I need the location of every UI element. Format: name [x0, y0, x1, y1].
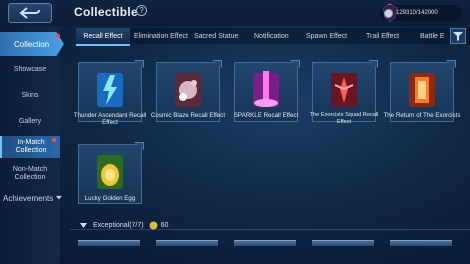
tab-label: Trail Effect — [366, 32, 400, 40]
exorcists-squad-icon — [331, 73, 357, 107]
coin-icon — [384, 8, 393, 18]
sidebar-item-gallery[interactable]: Gallery — [0, 118, 60, 125]
top-bar: Collectible ? 129310/142000 — [0, 0, 470, 26]
card-preview — [78, 240, 140, 246]
sidebar-item-non-match-collection[interactable]: Non-Match Collection — [0, 166, 60, 182]
cosmic-blaze-icon — [175, 73, 201, 107]
back-arrow-icon — [19, 7, 40, 19]
tab-sacred-statue[interactable]: Sacred Statue — [194, 28, 238, 44]
sidebar-item-label: In-Match Collection — [15, 139, 47, 154]
sidebar-item-showcase[interactable]: Showcase — [0, 66, 60, 73]
card-label: SPARKLE Recall Effect — [233, 112, 299, 119]
sidebar-item-label: Showcase — [13, 66, 47, 73]
section-label: Exceptional(7/7) — [93, 222, 144, 229]
currency-value: 129310/142000 — [396, 10, 438, 16]
return-of-exorcists-icon — [409, 73, 435, 107]
active-tab-indicator — [76, 44, 130, 46]
sidebar-item-achievements[interactable]: Achievements — [0, 190, 62, 206]
card-preview — [156, 240, 218, 246]
card-corner — [134, 60, 144, 68]
card-label: Cosmic Blaze Recall Effect — [150, 112, 226, 119]
tab-label: Notification — [254, 32, 289, 40]
card-corner — [212, 60, 222, 68]
tab-label: Recall Effect — [83, 32, 123, 40]
back-button[interactable] — [8, 3, 52, 23]
sparkle-icon — [253, 71, 279, 107]
tab-label: Elimination Effect — [134, 32, 188, 40]
tab-label: Sacred Statue — [194, 32, 239, 40]
sidebar-item-skins[interactable]: Skins — [0, 92, 60, 99]
card-corner — [290, 60, 300, 68]
currency-display: 129310/142000 — [380, 5, 462, 21]
filter-icon — [453, 32, 463, 41]
tab-elimination-effect[interactable]: Elimination Effect — [134, 28, 188, 44]
tab-notification[interactable]: Notification — [254, 28, 289, 44]
sidebar-item-label: Gallery — [18, 118, 42, 125]
card-preview — [312, 240, 374, 246]
chevron-down-icon — [56, 195, 62, 200]
card-corner — [446, 60, 456, 68]
sidebar-item-in-match-collection[interactable]: In-Match Collection — [0, 136, 60, 158]
thunder-ascendant-icon — [97, 73, 123, 107]
card-label: Lucky Golden Egg — [84, 195, 136, 202]
category-tabs: Recall Effect Elimination Effect Sacred … — [76, 28, 470, 44]
tab-trail-effect[interactable]: Trail Effect — [366, 28, 399, 44]
sidebar-item-label: Skins — [21, 92, 39, 99]
card-preview — [390, 240, 452, 246]
tab-battle-emote[interactable]: Battle E — [420, 28, 445, 44]
notification-dot — [56, 34, 60, 38]
notification-dot — [52, 138, 56, 142]
card-label: The Return of The Exorcists — [383, 112, 461, 119]
tab-spawn-effect[interactable]: Spawn Effect — [306, 28, 347, 44]
sidebar: Collection Showcase Skins Gallery In-Mat… — [0, 26, 64, 264]
card-preview — [234, 240, 296, 246]
tab-label: Spawn Effect — [306, 32, 348, 40]
tab-recall-effect[interactable]: Recall Effect — [76, 28, 130, 44]
sidebar-item-collection[interactable]: Collection — [0, 32, 64, 56]
card-corner — [368, 60, 378, 68]
card-corner — [134, 142, 144, 150]
section-divider — [70, 229, 470, 230]
card-label: The Exorcists Squad Recall Effect — [309, 112, 379, 125]
chevron-down-icon — [80, 222, 87, 228]
tab-label: Battle E — [420, 32, 445, 40]
lucky-golden-egg-icon — [97, 155, 123, 189]
page-title: Collectible — [74, 5, 138, 19]
section-points: 60 — [160, 222, 169, 229]
filter-button[interactable] — [450, 28, 466, 44]
next-row-preview — [72, 240, 470, 264]
help-icon[interactable]: ? — [136, 5, 147, 16]
sidebar-item-label: Achievements — [3, 193, 54, 203]
sidebar-item-label: Collection — [14, 39, 50, 49]
sidebar-item-label: Non-Match Collection — [12, 166, 48, 181]
card-label: Thunder Ascendant Recall Effect — [73, 112, 147, 126]
